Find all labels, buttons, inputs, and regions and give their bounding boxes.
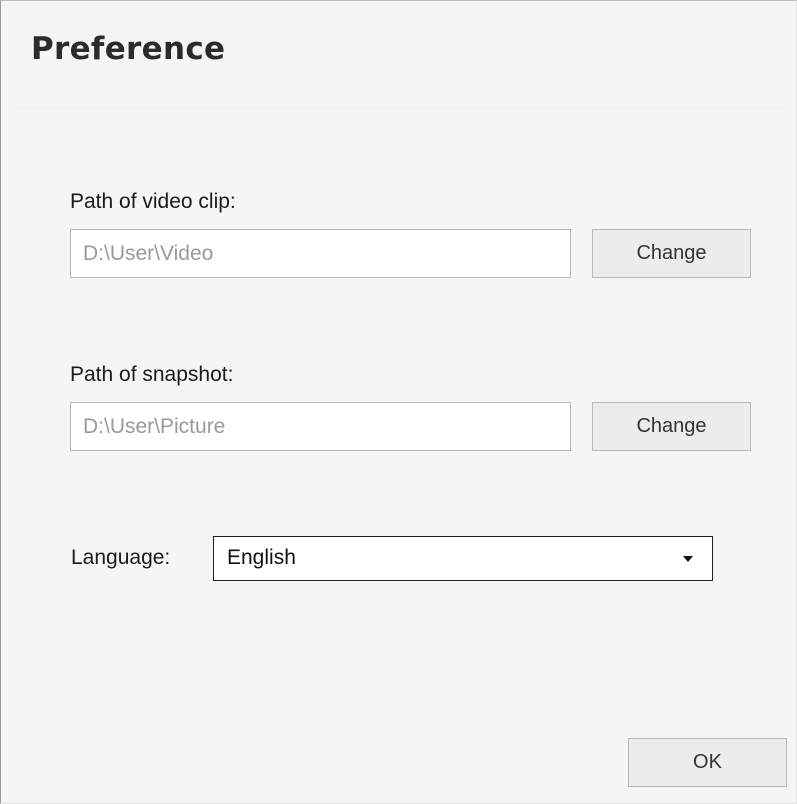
chevron-down-icon [683, 556, 693, 562]
video-path-label: Path of video clip: [70, 190, 236, 213]
title-divider [11, 107, 786, 108]
snapshot-path-input[interactable] [70, 402, 571, 451]
language-selected-value: English [227, 546, 296, 569]
video-path-input[interactable] [70, 229, 571, 278]
change-snapshot-path-button[interactable]: Change [592, 402, 751, 451]
preference-dialog: Preference Path of video clip: Change Pa… [0, 0, 797, 804]
language-select[interactable]: English [213, 536, 713, 581]
language-label: Language: [71, 546, 171, 569]
ok-button[interactable]: OK [628, 738, 787, 787]
dialog-title: Preference [31, 31, 226, 67]
change-video-path-button[interactable]: Change [592, 229, 751, 278]
snapshot-path-label: Path of snapshot: [70, 363, 234, 386]
